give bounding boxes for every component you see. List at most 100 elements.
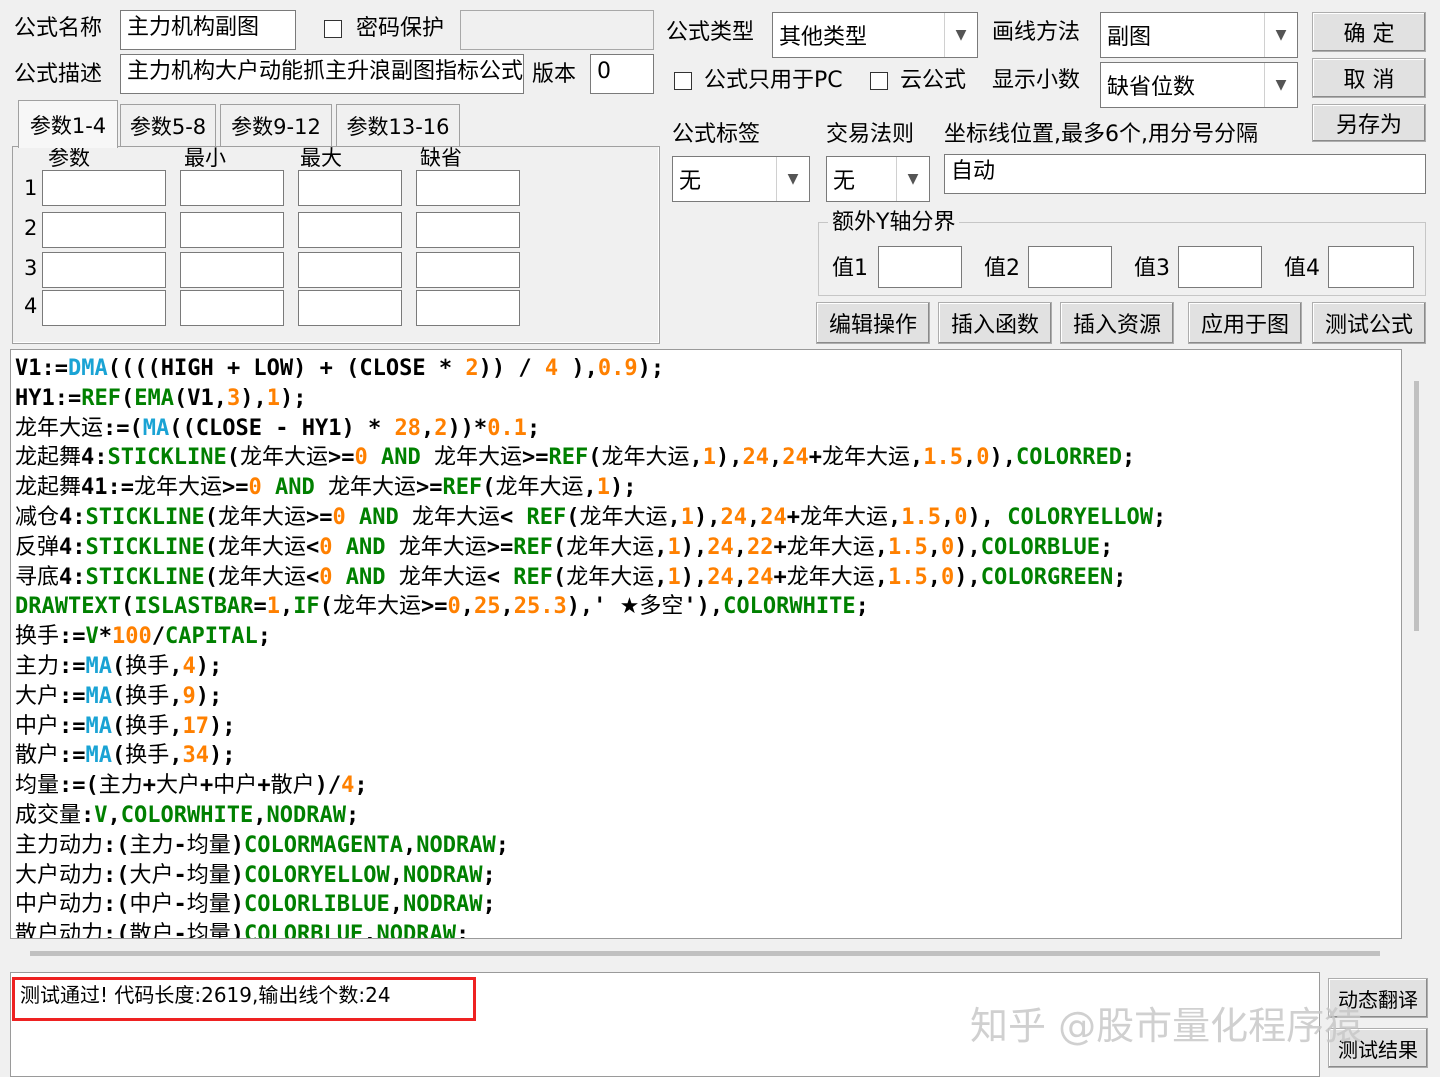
param-max-input[interactable] (298, 252, 402, 288)
chevron-down-icon[interactable]: ▼ (1264, 13, 1297, 57)
code-token: CAPITAL (165, 624, 258, 650)
code-token: ; (855, 594, 869, 620)
chevron-down-icon[interactable]: ▼ (896, 157, 929, 201)
cancel-button[interactable]: 取 消 (1312, 58, 1426, 98)
y-value4-input[interactable] (1328, 246, 1414, 288)
param-min-input[interactable] (180, 252, 284, 288)
version-input[interactable]: 0 (590, 54, 654, 94)
code-token: 换手 (125, 743, 170, 769)
formula-type-select[interactable]: 其他类型 ▼ (772, 12, 978, 58)
code-token: ); (209, 743, 236, 769)
code-token: 龙年大运 (822, 445, 911, 471)
horizontal-scrollbar[interactable] (10, 941, 1402, 967)
version-label: 版本 (532, 62, 577, 87)
formula-tag-value: 无 (679, 169, 702, 194)
param-name-input[interactable] (42, 212, 166, 248)
param-min-input[interactable] (180, 212, 284, 248)
code-line: 散户动力:(散户-均量)COLORBLUE.NODRAW: (15, 920, 1166, 939)
param-default-input[interactable] (416, 212, 520, 248)
tab-params-13-16[interactable]: 参数13-16 (336, 104, 460, 146)
code-token: STICKLINE (85, 534, 205, 560)
code-token: 散户 (129, 922, 174, 939)
tab-params-9-12[interactable]: 参数9-12 (220, 104, 332, 146)
param-min-input[interactable] (180, 290, 284, 326)
param-min-input[interactable] (180, 170, 284, 206)
insert-function-button[interactable]: 插入函数 (938, 302, 1052, 344)
password-checkbox[interactable] (324, 20, 342, 38)
param-default-input[interactable] (416, 170, 520, 206)
code-token: 均量 (186, 832, 231, 858)
axis-position-input[interactable]: 自动 (944, 154, 1426, 194)
code-token: ), (954, 564, 981, 590)
y-value1-input[interactable] (878, 246, 962, 288)
code-token: 3 (226, 385, 241, 411)
chevron-down-icon[interactable]: ▼ (1264, 63, 1297, 107)
param-max-input[interactable] (298, 290, 402, 326)
code-token: :( (103, 892, 130, 918)
vertical-scrollbar[interactable] (1404, 349, 1430, 939)
param-max-input[interactable] (298, 170, 402, 206)
password-input[interactable] (460, 10, 654, 50)
draw-method-select[interactable]: 副图 ▼ (1100, 12, 1298, 58)
test-formula-button[interactable]: 测试公式 (1312, 302, 1426, 344)
code-token: , (689, 445, 703, 471)
extra-y-label: 额外Y轴分界 (828, 208, 960, 238)
save-as-button[interactable]: 另存为 (1312, 104, 1426, 142)
code-token: : (456, 922, 470, 939)
code-token: ; (482, 892, 496, 918)
decimals-select[interactable]: 缺省位数 ▼ (1100, 62, 1298, 108)
chevron-down-icon[interactable]: ▼ (776, 157, 809, 201)
code-token: ); (209, 713, 236, 739)
param-name-input[interactable] (42, 290, 166, 326)
code-token: ; (257, 624, 271, 650)
code-token: , (169, 743, 183, 769)
code-editor[interactable]: V1:=DMA((((HIGH + LOW) + (CLOSE * 2)) / … (10, 349, 1402, 939)
edit-ops-button[interactable]: 编辑操作 (816, 302, 930, 344)
code-token: 1.5 (888, 564, 928, 590)
code-token: ( (204, 564, 218, 590)
insert-resource-button[interactable]: 插入资源 (1060, 302, 1174, 344)
cloud-checkbox[interactable] (870, 72, 888, 90)
code-token: AND (332, 564, 399, 590)
code-line: 大户:=MA(换手,9); (15, 682, 1166, 712)
code-token: COLORLIBLUE (244, 892, 390, 918)
chevron-down-icon[interactable]: ▼ (944, 13, 977, 57)
formula-name-input[interactable]: 主力机构副图 (120, 10, 296, 50)
param-name-input[interactable] (42, 252, 166, 288)
param-name-input[interactable] (42, 170, 166, 206)
ok-button[interactable]: 确 定 (1312, 12, 1426, 52)
formula-desc-input[interactable]: 主力机构大户动能抓主升浪副图指标公式 (120, 54, 524, 94)
code-token: 22 (747, 534, 774, 560)
code-token: ( (482, 475, 496, 501)
code-token: ★多空 (619, 594, 684, 620)
formula-tag-select[interactable]: 无 ▼ (672, 156, 810, 202)
code-token: 0 (354, 445, 368, 471)
code-token: >= (222, 475, 249, 501)
tab-params-5-8[interactable]: 参数5-8 (120, 104, 216, 146)
param-max-input[interactable] (298, 212, 402, 248)
code-token: < (500, 504, 527, 530)
code-token: ), (694, 504, 721, 530)
code-token: * (98, 624, 113, 650)
code-token: ) (230, 892, 245, 918)
code-token: , (927, 564, 942, 590)
y-value2-input[interactable] (1028, 246, 1112, 288)
scroll-thumb[interactable] (30, 951, 1380, 956)
param-default-input[interactable] (416, 252, 520, 288)
code-token: := (59, 624, 86, 650)
code-token: ( (553, 534, 567, 560)
apply-to-chart-button[interactable]: 应用于图 (1188, 302, 1302, 344)
tab-params-1-4[interactable]: 参数1-4 (18, 100, 118, 148)
code-line: 龙起舞41:=龙年大运>=0 AND 龙年大运>=REF(龙年大运,1); (15, 473, 1166, 503)
y-value3-input[interactable] (1178, 246, 1262, 288)
code-token: >= (328, 445, 355, 471)
code-token: - (173, 892, 187, 918)
pc-only-checkbox[interactable] (674, 72, 692, 90)
param-default-input[interactable] (416, 290, 520, 326)
scroll-thumb[interactable] (1414, 381, 1419, 631)
code-token: < (486, 564, 514, 590)
trade-rule-select[interactable]: 无 ▼ (826, 156, 930, 202)
code-token: ((CLOSE - HY1) * (169, 415, 395, 441)
code-token: 换手 (125, 683, 170, 709)
pc-only-label: 公式只用于PC (704, 68, 843, 93)
